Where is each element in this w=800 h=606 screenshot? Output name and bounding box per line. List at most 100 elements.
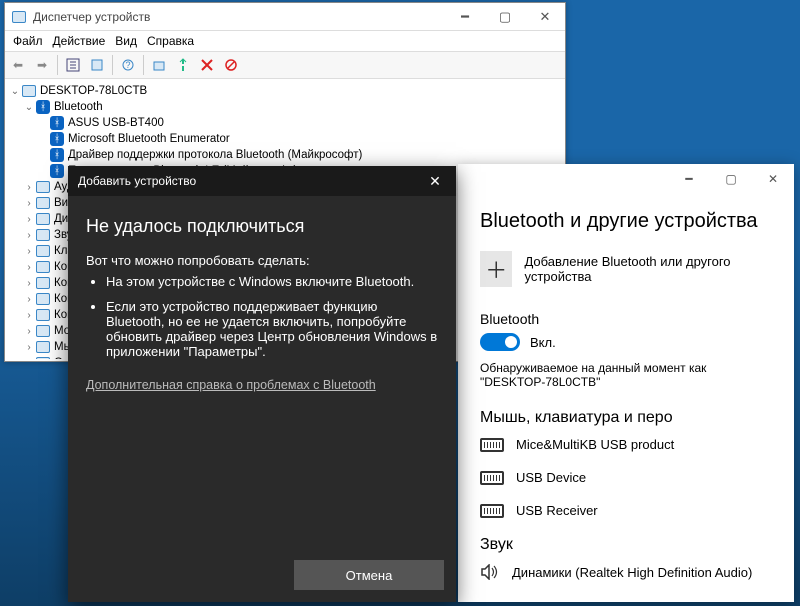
bluetooth-toggle[interactable]: [480, 333, 520, 351]
bluetooth-icon: ᚼ: [49, 115, 65, 131]
settings-titlebar[interactable]: ━ ▢ ✕: [458, 164, 794, 194]
discoverable-text: Обнаруживаемое на данный момент как "DES…: [480, 361, 774, 389]
twisty-icon[interactable]: ›: [23, 262, 35, 273]
category-icon: [35, 291, 51, 307]
device-label: USB Receiver: [516, 503, 598, 518]
category-icon: [35, 339, 51, 355]
twisty-icon[interactable]: ⌄: [9, 86, 21, 97]
twisty-icon[interactable]: ›: [23, 214, 35, 225]
device-row[interactable]: USB Device: [480, 470, 774, 485]
category-icon: [35, 307, 51, 323]
root-label: DESKTOP-78L0CTB: [40, 85, 147, 97]
twisty-icon[interactable]: ›: [23, 326, 35, 337]
add-device-dialog: Добавить устройство ✕ Не удалось подключ…: [68, 166, 456, 602]
maximize-button[interactable]: ▢: [485, 3, 525, 31]
category-icon: [35, 211, 51, 227]
device-label: Mice&MultiKB USB product: [516, 437, 674, 452]
twisty-icon[interactable]: ⌄: [23, 102, 35, 113]
computer-icon: [21, 83, 37, 99]
tree-bluetooth-device[interactable]: ᚼASUS USB-BT400: [9, 115, 561, 131]
tree-bluetooth-device[interactable]: ᚼMicrosoft Bluetooth Enumerator: [9, 131, 561, 147]
device-manager-titlebar[interactable]: Диспетчер устройств ━ ▢ ✕: [5, 3, 565, 31]
add-device-subheading: Вот что можно попробовать сделать:: [86, 253, 438, 268]
menu-help[interactable]: Справка: [147, 34, 194, 48]
troubleshoot-item: На этом устройстве с Windows включите Bl…: [106, 274, 438, 289]
device-manager-icon: [11, 9, 27, 25]
menu-file[interactable]: Файл: [13, 34, 43, 48]
device-label: Microsoft Bluetooth Enumerator: [68, 133, 230, 145]
category-icon: [35, 355, 51, 359]
toolbar-button-help[interactable]: ?: [117, 54, 139, 76]
device-label: Драйвер поддержки протокола Bluetooth (М…: [68, 149, 362, 161]
tree-bluetooth-device[interactable]: ᚼДрайвер поддержки протокола Bluetooth (…: [9, 147, 561, 163]
svg-text:?: ?: [125, 60, 130, 70]
twisty-icon[interactable]: ›: [23, 198, 35, 209]
settings-heading: Bluetooth и другие устройства: [480, 210, 774, 233]
toolbar-button-2[interactable]: [86, 54, 108, 76]
troubleshoot-item: Если это устройство поддерживает функцию…: [106, 299, 438, 359]
toolbar-button-1[interactable]: [62, 54, 84, 76]
tree-root[interactable]: ⌄ DESKTOP-78L0CTB: [9, 83, 561, 99]
bluetooth-label: Bluetooth: [54, 101, 103, 113]
settings-window: ━ ▢ ✕ Bluetooth и другие устройства ＋ До…: [458, 164, 794, 602]
category-icon: [35, 243, 51, 259]
category-icon: [35, 227, 51, 243]
category-icon: [35, 179, 51, 195]
twisty-icon[interactable]: ›: [23, 246, 35, 257]
add-device-titlebar[interactable]: Добавить устройство ✕: [68, 166, 456, 196]
menu-view[interactable]: Вид: [115, 34, 137, 48]
twisty-icon[interactable]: ›: [23, 230, 35, 241]
plus-icon: ＋: [480, 251, 512, 287]
minimize-button[interactable]: ━: [668, 164, 710, 194]
bluetooth-icon: ᚼ: [49, 163, 65, 179]
maximize-button[interactable]: ▢: [710, 164, 752, 194]
twisty-icon[interactable]: ›: [23, 358, 35, 360]
back-button[interactable]: [7, 54, 29, 76]
device-row[interactable]: Mice&MultiKB USB product: [480, 437, 774, 452]
category-icon: [35, 259, 51, 275]
device-manager-toolbar: ?: [5, 51, 565, 79]
toggle-state-label: Вкл.: [530, 335, 556, 350]
bluetooth-help-link[interactable]: Дополнительная справка о проблемах с Blu…: [86, 378, 376, 392]
twisty-icon[interactable]: ›: [23, 342, 35, 353]
device-row[interactable]: USB Receiver: [480, 503, 774, 518]
sound-section: Звук: [480, 536, 774, 554]
toolbar-button-uninstall[interactable]: [196, 54, 218, 76]
twisty-icon[interactable]: ›: [23, 278, 35, 289]
close-button[interactable]: ✕: [414, 166, 456, 196]
keyboard-icon: [480, 438, 504, 452]
cancel-button[interactable]: Отмена: [294, 560, 444, 590]
bluetooth-section-label: Bluetooth: [480, 311, 774, 327]
tree-bluetooth[interactable]: ⌄ ᚼ Bluetooth: [9, 99, 561, 115]
close-button[interactable]: ✕: [525, 3, 565, 31]
troubleshoot-list: На этом устройстве с Windows включите Bl…: [86, 274, 438, 359]
close-button[interactable]: ✕: [752, 164, 794, 194]
toolbar-button-disable[interactable]: [220, 54, 242, 76]
bluetooth-icon: ᚼ: [49, 131, 65, 147]
device-label: ASUS USB-BT400: [68, 117, 164, 129]
add-device-heading: Не удалось подключиться: [86, 216, 438, 237]
category-icon: [35, 275, 51, 291]
add-device-title: Добавить устройство: [78, 174, 196, 188]
category-icon: [35, 195, 51, 211]
category-icon: [35, 323, 51, 339]
twisty-icon[interactable]: ›: [23, 310, 35, 321]
add-device-label: Добавление Bluetooth или другого устройс…: [524, 254, 774, 284]
toolbar-button-update[interactable]: [172, 54, 194, 76]
twisty-icon[interactable]: ›: [23, 294, 35, 305]
sound-device-row[interactable]: Динамики (Realtek High Definition Audio): [480, 564, 774, 580]
sound-device-label: Динамики (Realtek High Definition Audio): [512, 565, 752, 580]
mouse-kb-section: Мышь, клавиатура и перо: [480, 409, 774, 427]
device-manager-title: Диспетчер устройств: [33, 10, 445, 24]
speaker-icon: [480, 564, 500, 580]
bluetooth-icon: ᚼ: [35, 99, 51, 115]
toolbar-button-scan[interactable]: [148, 54, 170, 76]
minimize-button[interactable]: ━: [445, 3, 485, 31]
device-manager-menubar: Файл Действие Вид Справка: [5, 31, 565, 51]
keyboard-icon: [480, 504, 504, 518]
twisty-icon[interactable]: ›: [23, 182, 35, 193]
forward-button[interactable]: [31, 54, 53, 76]
menu-action[interactable]: Действие: [53, 34, 106, 48]
device-label: USB Device: [516, 470, 586, 485]
add-device-button[interactable]: ＋ Добавление Bluetooth или другого устро…: [480, 251, 774, 287]
